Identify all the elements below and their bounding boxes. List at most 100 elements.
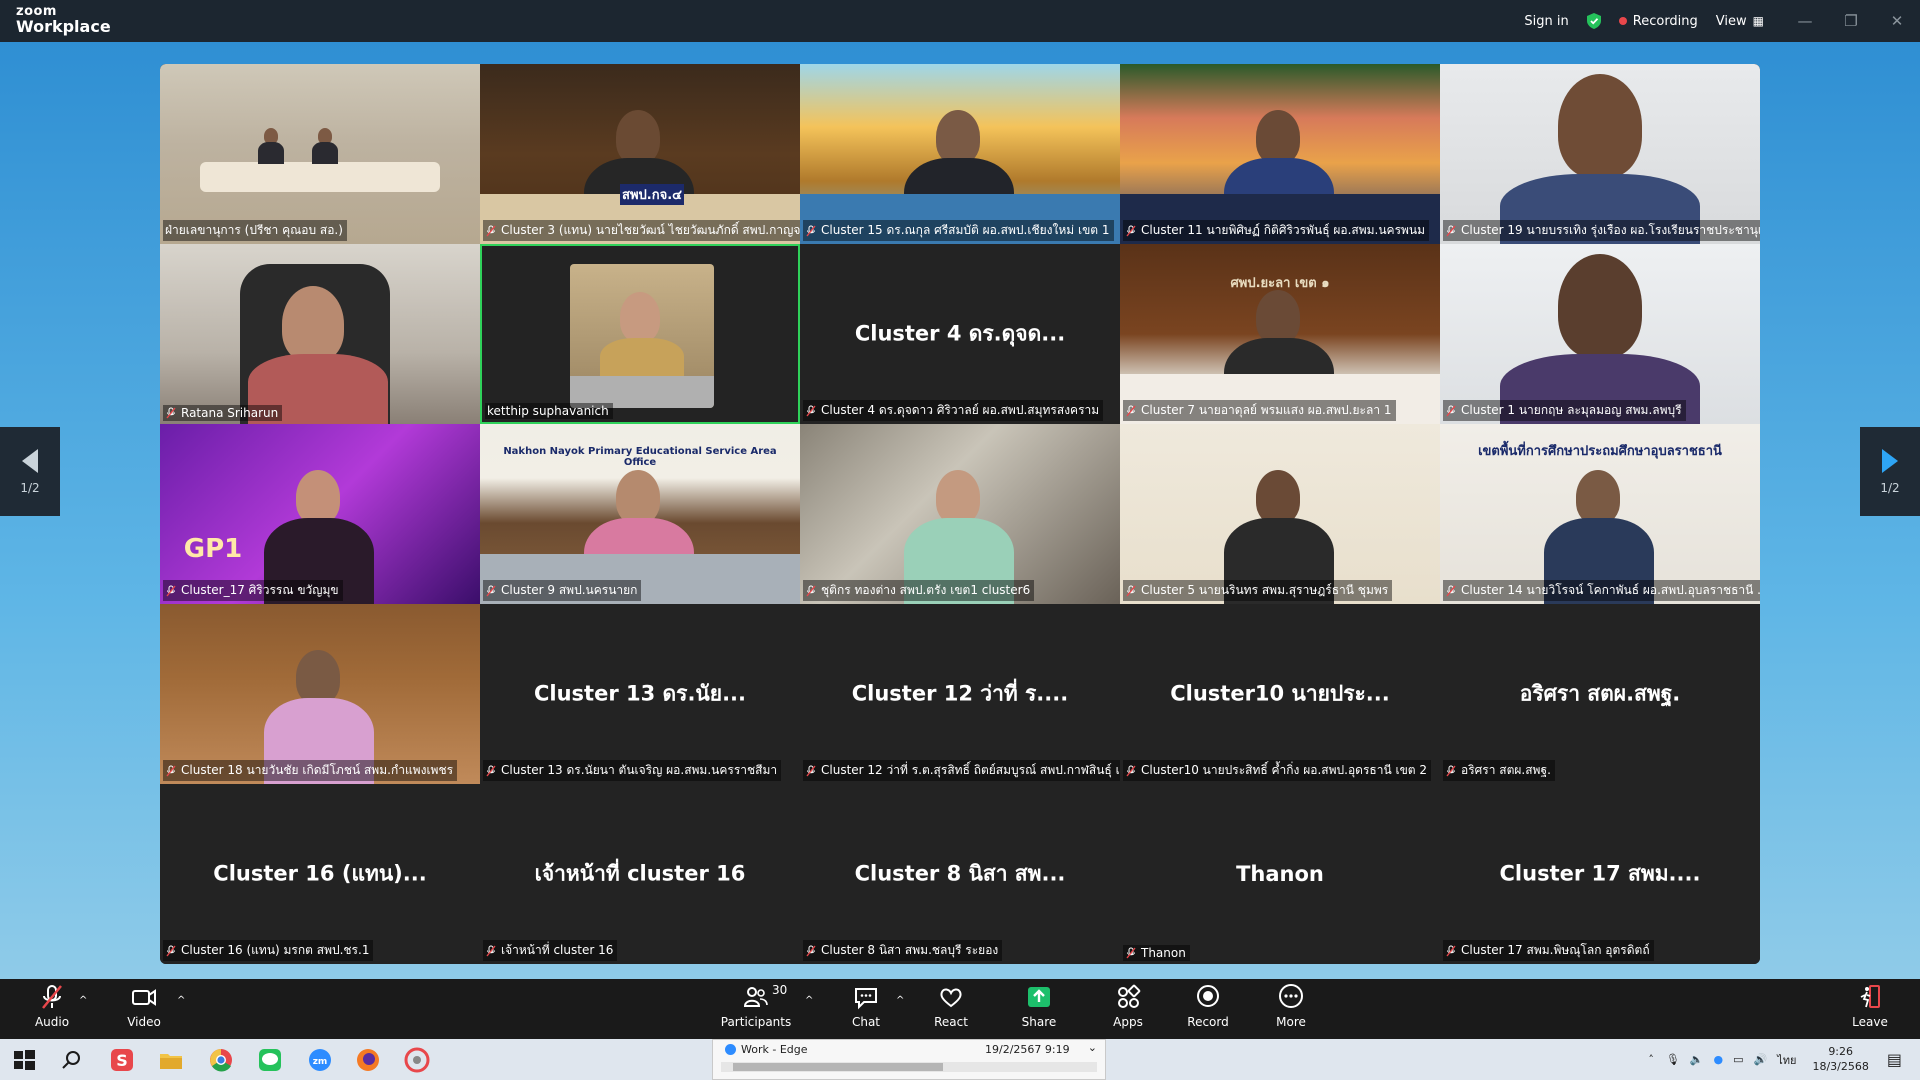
chat-options-caret[interactable]: ^ [896,995,904,1006]
wps-office-icon[interactable]: S [108,1046,136,1074]
participant-tile[interactable]: เขตพื้นที่การศึกษาประถมศึกษาอุบลราชธานี C… [1440,424,1760,604]
participant-name-text: Cluster 7 นายอาดุลย์ พรมแสง ผอ.สพป.ยะลา … [1141,403,1392,417]
windows-start-icon[interactable] [10,1046,38,1074]
participant-tile[interactable]: Cluster 4 ดร.ดุจด... Cluster 4 ดร.ดุจดาว … [800,244,1120,424]
participant-tile[interactable]: Cluster 18 นายวันชัย เกิดมีโภชน์ สพม.กำแ… [160,604,480,784]
participant-display-name: Cluster 17 สพม.... [1499,861,1701,886]
zoom-app-icon[interactable]: zm [306,1046,334,1074]
input-language[interactable]: ไทย [1777,1051,1796,1069]
volume-muted-tray-icon[interactable]: 🔈 [1690,1053,1704,1066]
nameplate-sign: สพป.กจ.๔ [620,184,684,205]
chrome-icon[interactable] [207,1046,235,1074]
taskbar-clock[interactable]: 9:26 18/3/2568 [1812,1045,1868,1075]
participant-tile[interactable]: Cluster 16 (แทน)... Cluster 16 (แทน) มรกต… [160,784,480,964]
participant-tile[interactable]: Cluster10 นายประ... Cluster10 นายประสิทธิ… [1120,604,1440,784]
edge-popup-chevron-icon[interactable]: ⌄ [1088,1041,1097,1054]
participant-tile[interactable]: Cluster 8 นิสา สพ... Cluster 8 นิสา สพม.ช… [800,784,1120,964]
chat-button[interactable]: Chat [826,983,906,1029]
notification-icon[interactable]: ▤ [1887,1050,1902,1069]
react-heart-icon [940,988,962,1008]
view-button[interactable]: View ▦ [1716,14,1764,29]
participant-name-label: Cluster 13 ดร.นัยนา ตันเจริญ ผอ.สพม.นครร… [483,760,782,781]
share-button[interactable]: Share [999,983,1079,1029]
audio-button[interactable]: Audio [12,983,92,1029]
next-page-button[interactable]: 1/2 [1860,427,1920,516]
participant-tile[interactable]: เจ้าหน้าที่ cluster 16 เจ้าหน้าที่ cluste… [480,784,800,964]
conference-table [200,162,440,192]
mic-muted-icon [806,405,816,416]
participant-tile[interactable]: Ratana Sriharun [160,244,480,424]
mic-muted-icon [806,945,816,956]
participant-tile[interactable]: อริศรา สตผ.สพฐ. อริศรา สตผ.สพฐ. [1440,604,1760,784]
participant-name-label: Cluster 17 สพม.พิษณุโลก อุตรดิตถ์ [1443,940,1654,961]
zoom-tray-icon[interactable]: ● [1714,1053,1724,1066]
participant-name-label: ชุติกร ทองต่าง สพป.ตรัง เขต1 cluster6 [803,580,1035,601]
participant-tile[interactable]: Cluster 13 ดร.นัย... Cluster 13 ดร.นัยนา … [480,604,800,784]
more-button[interactable]: More [1251,983,1331,1029]
minimize-button[interactable]: — [1782,12,1828,30]
file-explorer-icon[interactable] [157,1046,185,1074]
office-banner-text: เขตพื้นที่การศึกษาประถมศึกษาอุบลราชธานี [1478,444,1722,459]
apps-button[interactable]: Apps [1088,983,1168,1029]
share-label: Share [1021,1015,1057,1029]
participant-figure [312,142,338,164]
edge-popup-scrollbar[interactable] [721,1062,1097,1072]
share-screen-icon [1028,987,1050,1007]
mic-muted-icon [806,765,816,776]
audio-options-caret[interactable]: ^ [79,995,87,1006]
video-options-caret[interactable]: ^ [177,995,185,1006]
video-button[interactable]: Video [104,983,184,1029]
view-label: View [1715,13,1747,29]
participants-icon [743,987,768,1007]
video-label: Video [127,1015,161,1029]
close-window-button[interactable]: ✕ [1874,12,1920,30]
participant-tile[interactable]: ศพป.ยะลา เขต ๑ Cluster 7 นายอาดุลย์ พรมแส… [1120,244,1440,424]
browser-icon[interactable] [403,1046,431,1074]
line-app-icon[interactable] [256,1046,284,1074]
participant-name-text: Cluster 18 นายวันชัย เกิดมีโภชน์ สพม.กำแ… [181,763,454,777]
participant-face [296,470,340,524]
participant-tile[interactable]: Cluster 5 นายนรินทร สพม.สุราษฎร์ธานี ชุม… [1120,424,1440,604]
react-label: React [934,1015,968,1029]
edge-popup-scroll-thumb[interactable] [733,1063,943,1071]
recording-indicator[interactable]: Recording [1618,14,1698,29]
microphone-tray-icon[interactable]: 🎙 [1666,1053,1680,1066]
participant-tile[interactable]: Cluster 19 นายบรรเทิง รุ่งเรือง ผอ.โรงเร… [1440,64,1760,244]
leave-button[interactable]: Leave [1830,983,1910,1029]
firefox-icon[interactable] [354,1046,382,1074]
participant-tile[interactable]: GP1 Cluster_17 ศิริวรรณ ขวัญมุข [160,424,480,604]
maximize-button[interactable]: ❐ [1828,12,1874,30]
show-hidden-icons-chevron-icon[interactable]: ˄ [1648,1053,1654,1066]
participant-tile[interactable]: Nakhon Nayok Primary Educational Service… [480,424,800,604]
network-tray-icon[interactable]: ▭ [1733,1053,1743,1066]
edge-popup-title: Work - Edge [741,1043,808,1056]
participant-face [1256,110,1300,164]
participant-tile[interactable]: Cluster 17 สพม.... Cluster 17 สพม.พิษณุโล… [1440,784,1760,964]
mic-muted-icon [1446,945,1456,956]
page-indicator-right: 1/2 [1880,480,1900,495]
participant-tile[interactable]: Cluster 11 นายพิศิษฏ์ กิติศิริวรพันธุ์ ผ… [1120,64,1440,244]
participant-tile[interactable]: สพป.กจ.๔ Cluster 3 (แทน) นายไชยวัฒน์ ไชยว… [480,64,800,244]
mic-muted-icon [806,225,816,236]
participant-name-label: เจ้าหน้าที่ cluster 16 [483,940,618,961]
participant-tile[interactable]: ฝ่ายเลขานุการ (ปรีชา คุณอบ สอ.) [160,64,480,244]
participant-name-label: Cluster 9 สพป.นครนายก [483,580,642,601]
record-button[interactable]: Record [1168,983,1248,1029]
previous-page-button[interactable]: 1/2 [0,427,60,516]
participants-options-caret[interactable]: ^ [805,995,813,1006]
speaker-tray-icon[interactable]: 🔊 [1754,1053,1768,1066]
mic-muted-icon [166,407,176,419]
participant-tile[interactable]: Thanon Thanon [1120,784,1440,964]
edge-window-preview[interactable]: Work - Edge 19/2/2567 9:19 ⌄ [712,1039,1106,1080]
participant-tile[interactable]: ชุติกร ทองต่าง สพป.ตรัง เขต1 cluster6 [800,424,1120,604]
participant-tile[interactable]: ketthip suphavanich [480,244,800,424]
participant-tile[interactable]: Cluster 12 ว่าที่ ร.... Cluster 12 ว่าที่… [800,604,1120,784]
participant-name-label: อริศรา สตผ.สพฐ. [1443,760,1555,781]
sign-in-button[interactable]: Sign in [1524,14,1568,29]
participant-tile[interactable]: Cluster 15 ดร.ณกุล ศรีสมบัติ ผอ.สพป.เชีย… [800,64,1120,244]
react-button[interactable]: React [911,983,991,1029]
search-icon[interactable] [58,1046,86,1074]
encryption-shield-icon[interactable] [1586,13,1601,29]
participant-tile[interactable]: Cluster 1 นายกฤษ ละมุลมอญ สพม.ลพบุรี [1440,244,1760,424]
participant-face [1256,290,1300,344]
